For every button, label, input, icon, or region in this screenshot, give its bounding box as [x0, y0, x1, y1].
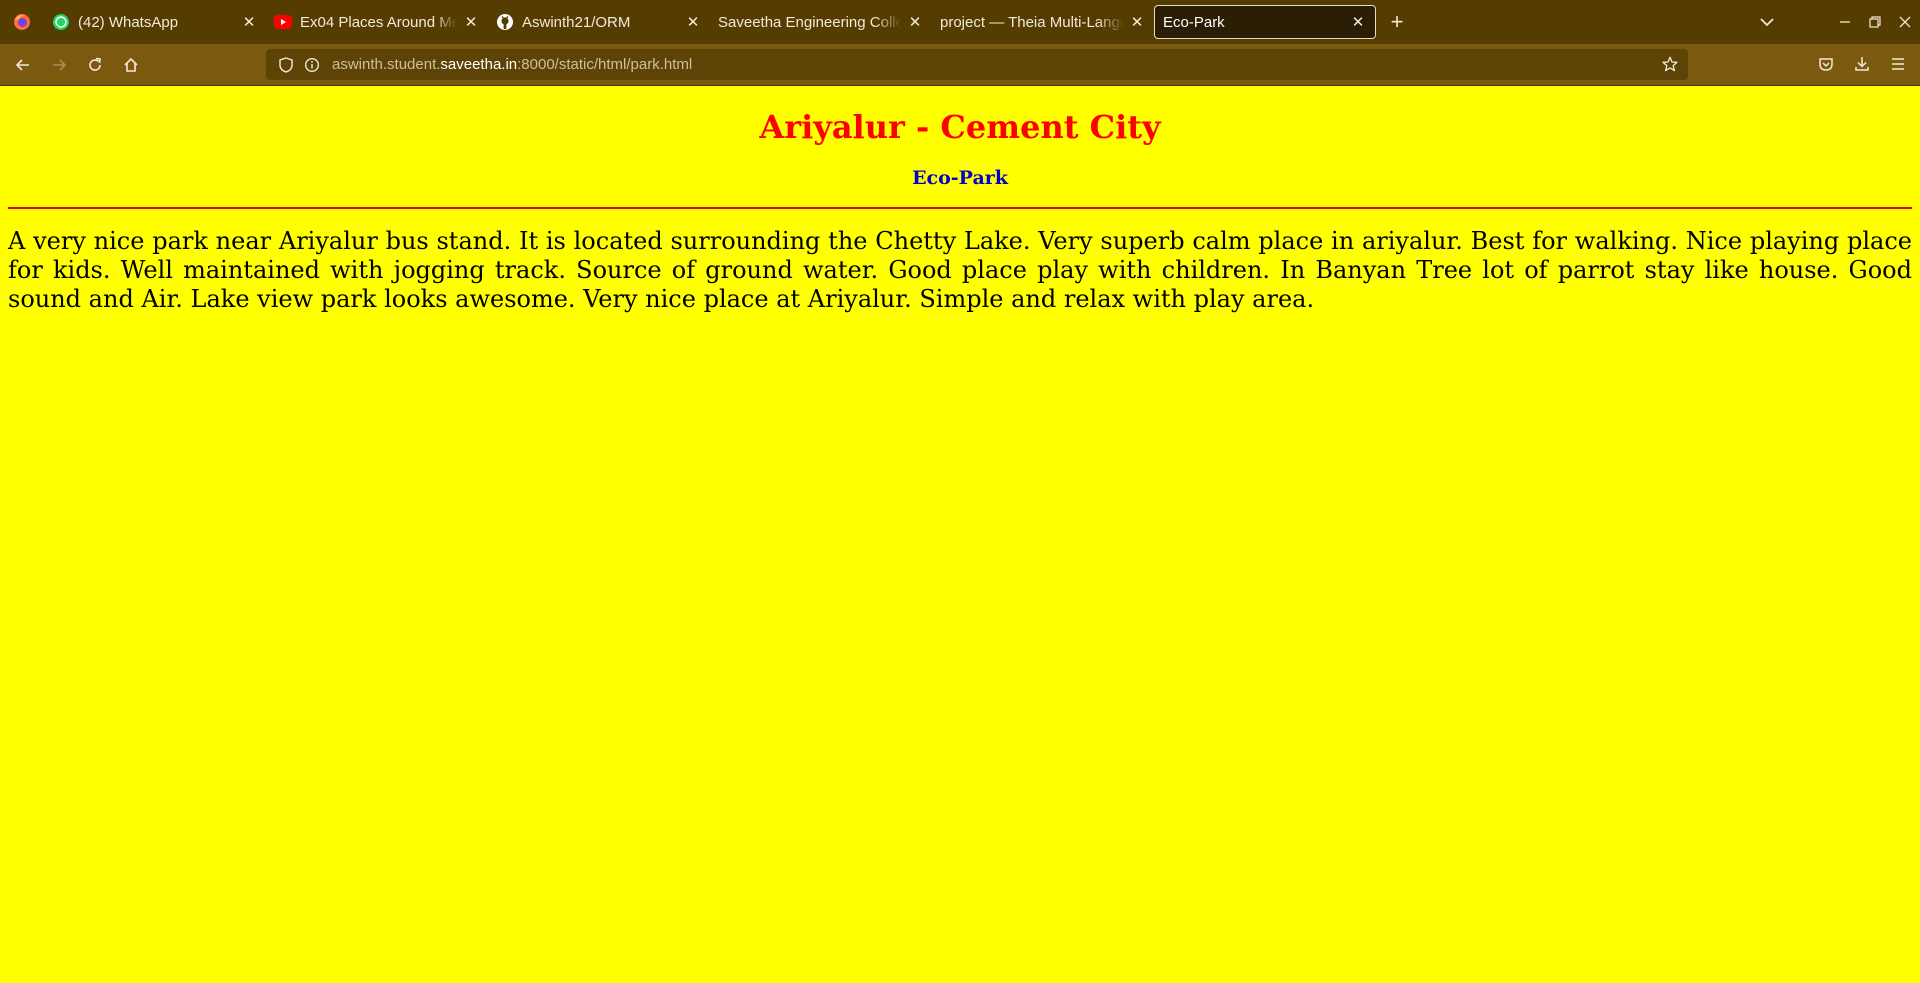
firefox-menu-icon[interactable] — [0, 0, 44, 44]
tab-whatsapp[interactable]: (42) WhatsApp ✕ — [44, 5, 266, 39]
address-bar[interactable]: aswinth.student.saveetha.in:8000/static/… — [266, 49, 1688, 80]
tab-eco-park[interactable]: Eco-Park ✕ — [1154, 5, 1376, 39]
tab-title: Aswinth21/ORM — [522, 13, 631, 31]
close-window-icon[interactable] — [1890, 7, 1920, 37]
tab-theia[interactable]: project — Theia Multi-Language ✕ — [932, 5, 1154, 39]
bookmark-star-icon[interactable] — [1660, 54, 1680, 74]
hamburger-menu-icon[interactable] — [1882, 48, 1914, 80]
page-subtitle: Eco-Park — [912, 167, 1008, 189]
page-content: Ariyalur - Cement City Eco-Park A very n… — [0, 86, 1920, 983]
tab-strip: (42) WhatsApp ✕ Ex04 Places Around Me - … — [0, 0, 1920, 44]
tab-title: Eco-Park — [1163, 13, 1225, 31]
restore-icon[interactable] — [1860, 7, 1890, 37]
url-text: aswinth.student.saveetha.in:8000/static/… — [332, 56, 692, 73]
list-all-tabs-icon[interactable] — [1752, 7, 1782, 37]
url-prefix: aswinth.student. — [332, 56, 441, 73]
tab-close-icon[interactable]: ✕ — [906, 13, 924, 31]
url-path: :8000/static/html/park.html — [517, 56, 693, 73]
github-icon — [496, 13, 514, 31]
window-controls — [1830, 0, 1920, 44]
tab-close-icon[interactable]: ✕ — [240, 13, 258, 31]
new-tab-button[interactable]: + — [1382, 7, 1412, 37]
tab-title: (42) WhatsApp — [78, 13, 179, 31]
navigation-toolbar: aswinth.student.saveetha.in:8000/static/… — [0, 44, 1920, 86]
back-icon[interactable] — [7, 49, 39, 81]
pocket-icon[interactable] — [1810, 48, 1842, 80]
page-title: Ariyalur - Cement City — [759, 108, 1161, 146]
tab-close-icon[interactable]: ✕ — [684, 13, 702, 31]
downloads-icon[interactable] — [1846, 48, 1878, 80]
tab-close-icon[interactable]: ✕ — [1349, 13, 1367, 31]
shield-icon[interactable] — [276, 55, 296, 75]
minimize-icon[interactable] — [1830, 7, 1860, 37]
tab-youtube[interactable]: Ex04 Places Around Me - YouTube ✕ — [266, 5, 488, 39]
whatsapp-icon — [52, 13, 70, 31]
tab-close-icon[interactable]: ✕ — [1128, 13, 1146, 31]
tab-title: Saveetha Engineering College — [718, 13, 902, 31]
park-description: A very nice park near Ariyalur bus stand… — [8, 227, 1912, 313]
tab-title: project — Theia Multi-Language — [940, 13, 1124, 31]
divider — [8, 207, 1912, 209]
tab-close-icon[interactable]: ✕ — [462, 13, 480, 31]
toolbar-right — [1806, 48, 1914, 80]
reload-icon[interactable] — [79, 49, 111, 81]
tab-title: Ex04 Places Around Me - YouTube — [300, 13, 458, 31]
browser-window: (42) WhatsApp ✕ Ex04 Places Around Me - … — [0, 0, 1920, 983]
home-icon[interactable] — [115, 49, 147, 81]
tab-saveetha[interactable]: Saveetha Engineering College ✕ — [710, 5, 932, 39]
tab-github[interactable]: Aswinth21/ORM ✕ — [488, 5, 710, 39]
url-host: saveetha.in — [440, 56, 518, 73]
page-info-icon[interactable] — [302, 55, 322, 75]
forward-icon[interactable] — [43, 49, 75, 81]
youtube-icon — [274, 13, 292, 31]
